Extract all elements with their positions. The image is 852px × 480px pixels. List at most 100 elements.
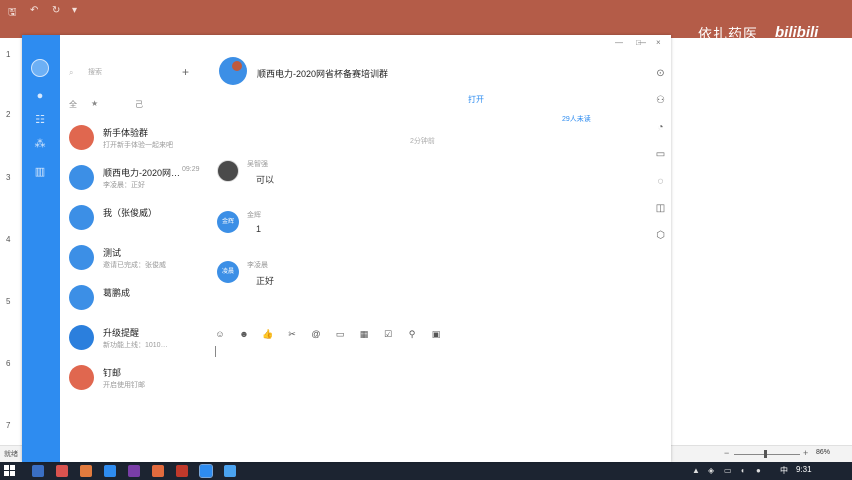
- conversation-preview: 邀请已完成：张俊威: [103, 262, 166, 269]
- conversation-item[interactable]: 顺西电力-2020网… 李凌晨：正好 09:29: [60, 161, 210, 201]
- taskbar-app-icon[interactable]: [104, 465, 116, 477]
- settings-icon[interactable]: ⬡: [650, 229, 671, 243]
- taskbar-app-icon[interactable]: [152, 465, 164, 477]
- zoom-out-button[interactable]: −: [724, 448, 729, 458]
- mention-icon[interactable]: @: [310, 328, 322, 340]
- right-sidebar: — ⊙ ⚇ ◔ ▭ ◌ ◫ ⬡: [638, 35, 671, 462]
- conversation-avatar: [69, 205, 94, 230]
- conversation-preview: 李凌晨：正好: [103, 182, 145, 189]
- conversation-preview: 打开新手体验一起来吧: [103, 142, 173, 149]
- row-number: 5: [6, 297, 11, 306]
- conversation-name: 升级提醒: [103, 328, 140, 338]
- conversation-avatar: [69, 245, 94, 270]
- conversation-item[interactable]: 我（张俊威）: [60, 201, 210, 241]
- smile-icon[interactable]: ☻: [238, 328, 250, 340]
- open-link[interactable]: 打开: [468, 94, 484, 105]
- filter-all[interactable]: 全: [69, 99, 77, 110]
- taskbar-app-icon[interactable]: [80, 465, 92, 477]
- chat-main: 顺西电力-2020网省杯备赛培训群 打开 29人未读 2分钟前 吴智强 可以 金辉 金…: [210, 35, 650, 462]
- search-input[interactable]: 搜索: [68, 66, 178, 80]
- conversation-name: 测试: [103, 248, 122, 258]
- message-input[interactable]: [215, 346, 216, 357]
- conversation-avatar: [69, 285, 94, 310]
- contacts-icon[interactable]: ☷: [33, 113, 47, 127]
- user-avatar[interactable]: [31, 59, 49, 77]
- conversation-preview: 新功能上线：1010…: [103, 342, 168, 349]
- zoom-slider-thumb[interactable]: [764, 450, 767, 458]
- row-number: 3: [6, 173, 11, 182]
- filter-star-icon[interactable]: ★: [91, 99, 98, 108]
- message-text: 1: [256, 224, 262, 234]
- taskbar-app-icon[interactable]: [56, 465, 68, 477]
- ding-icon[interactable]: ◫: [650, 202, 671, 216]
- taskbar-app-icon[interactable]: [32, 465, 44, 477]
- files-icon[interactable]: ▥: [33, 165, 47, 179]
- chat-icon[interactable]: ●: [33, 89, 47, 103]
- dropdown-icon[interactable]: ▾: [72, 5, 77, 16]
- message-avatar[interactable]: [217, 160, 239, 182]
- emoji-icon[interactable]: ☺: [214, 328, 226, 340]
- folder-icon[interactable]: ▭: [334, 328, 346, 340]
- conversation-name: 新手体验群: [103, 128, 149, 138]
- conversation-item[interactable]: 葛鹏成: [60, 281, 210, 321]
- tray-volume-icon[interactable]: ◖: [740, 466, 745, 475]
- conversation-item[interactable]: 新手体验群打开新手体验一起来吧: [60, 121, 210, 161]
- taskbar-app-icon[interactable]: [128, 465, 140, 477]
- input-toolbar: ☺ ☻ 👍 ✂ @ ▭ ▦ ☑ ⚲ ▣: [214, 328, 454, 342]
- close-button[interactable]: ×: [656, 38, 661, 47]
- refresh-icon[interactable]: ↻: [52, 5, 60, 16]
- taskbar-app-icon[interactable]: [224, 465, 236, 477]
- zoom-slider[interactable]: [734, 454, 800, 455]
- row-number: 4: [6, 235, 11, 244]
- tray-battery-icon[interactable]: ▭: [724, 466, 732, 475]
- conversation-avatar: [69, 125, 94, 150]
- chat-bubble-icon[interactable]: ◔: [650, 121, 671, 135]
- unread-members-link[interactable]: 29人未读: [562, 114, 591, 124]
- chat-title[interactable]: 顺西电力-2020网省杯备赛培训群: [257, 67, 388, 80]
- like-icon[interactable]: 👍: [262, 328, 274, 340]
- group-avatar[interactable]: [219, 57, 247, 85]
- filter-mine[interactable]: 己: [135, 99, 143, 110]
- time-divider: 2分钟前: [410, 138, 435, 145]
- ime-indicator[interactable]: 中: [780, 465, 788, 476]
- taskbar-app-icon[interactable]: [199, 464, 213, 478]
- check-icon[interactable]: ☑: [382, 328, 394, 340]
- file-icon[interactable]: ▭: [650, 148, 671, 162]
- message-avatar[interactable]: 凌晨: [217, 261, 239, 283]
- tray-network-icon[interactable]: ◈: [708, 466, 714, 475]
- conversation-preview: 开启使用钉邮: [103, 382, 145, 389]
- apps-icon[interactable]: ⁂: [33, 137, 47, 151]
- zoom-level[interactable]: 86%: [816, 449, 830, 456]
- conversation-item[interactable]: 钉邮 开启使用钉邮: [60, 361, 210, 401]
- scissors-icon[interactable]: ✂: [286, 328, 298, 340]
- conversation-item[interactable]: 测试邀请已完成：张俊威: [60, 241, 210, 281]
- zoom-in-button[interactable]: +: [803, 448, 808, 458]
- message-sender: 吴智强: [247, 161, 268, 168]
- start-button[interactable]: [4, 465, 16, 477]
- excel-titlebar: 🖫 ↶ ↻ ▾ 依扎药医 bilibili: [0, 0, 852, 42]
- conversation-name: 钉邮: [103, 368, 122, 378]
- status-text: 就绪: [4, 451, 18, 458]
- calendar-icon[interactable]: ▦: [358, 328, 370, 340]
- save-icon[interactable]: 🖫: [8, 5, 17, 22]
- more-icon[interactable]: ⊙: [650, 67, 671, 81]
- undo-icon[interactable]: ↶: [30, 5, 38, 16]
- row-number: 7: [6, 421, 11, 430]
- tray-up-icon[interactable]: ▲: [692, 466, 700, 475]
- conversation-time: 09:29: [182, 166, 200, 173]
- message-avatar[interactable]: 金辉: [217, 211, 239, 233]
- row-number: 6: [6, 359, 11, 368]
- tray-app-icon[interactable]: ●: [756, 466, 761, 475]
- clock[interactable]: 9:31: [796, 465, 812, 474]
- image-icon[interactable]: ▣: [430, 328, 442, 340]
- conversation-panel: ⌕ 搜索 + 全 ★ 己 新手体验群 打开新手体验一起来吧 顺西电力-2020网… 李…: [60, 35, 210, 462]
- maximize-button[interactable]: □: [636, 38, 641, 47]
- message-icon[interactable]: ◌: [650, 175, 671, 189]
- taskbar-app-icon[interactable]: [176, 465, 188, 477]
- minimize-button[interactable]: —: [615, 38, 623, 47]
- pin-icon[interactable]: ⚲: [406, 328, 418, 340]
- add-button[interactable]: +: [182, 65, 189, 79]
- conversation-item[interactable]: 升级提醒新功能上线：1010…: [60, 321, 210, 361]
- message-text: 可以: [256, 175, 275, 185]
- add-member-icon[interactable]: ⚇: [650, 94, 671, 108]
